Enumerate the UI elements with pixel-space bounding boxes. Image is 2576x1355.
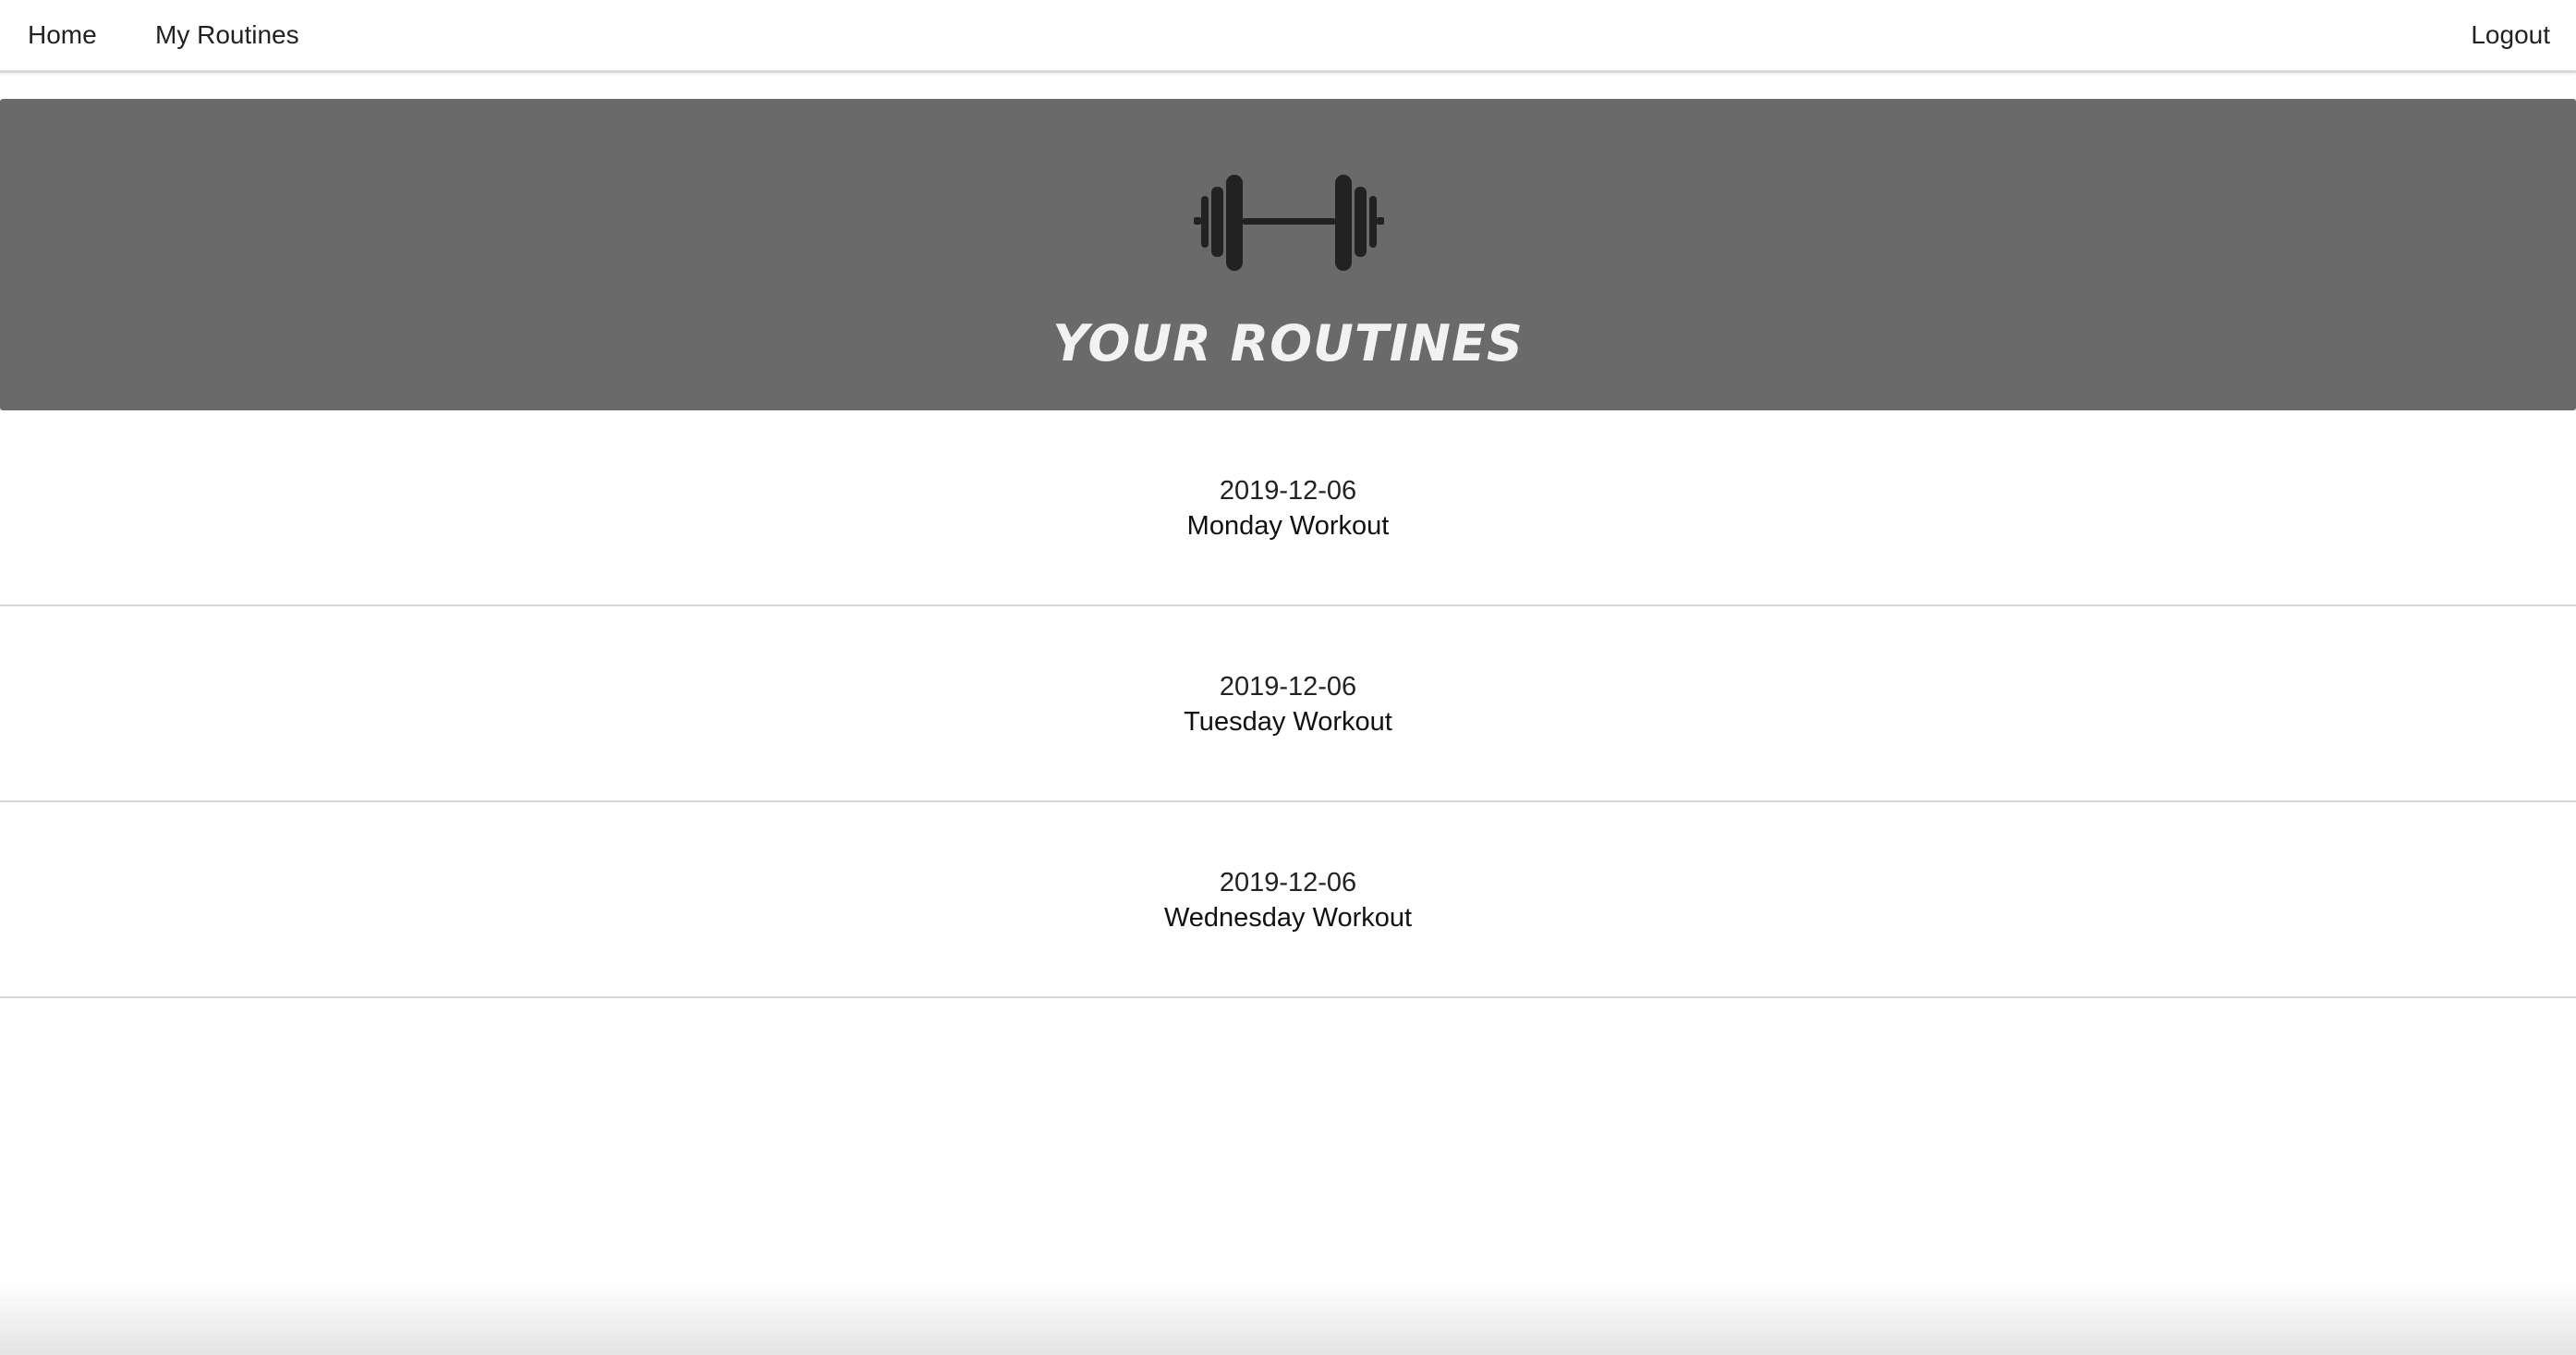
routine-list-item[interactable]: 2019-12-06 Monday Workout — [0, 410, 2576, 606]
dumbbell-icon — [1194, 175, 1384, 271]
routine-date: 2019-12-06 — [1219, 476, 1357, 506]
routine-name: Wednesday Workout — [1163, 903, 1413, 933]
top-navbar: Home My Routines Logout — [0, 0, 2576, 73]
routine-name: Tuesday Workout — [1184, 707, 1392, 737]
routine-list: 2019-12-06 Monday Workout 2019-12-06 Tue… — [0, 410, 2576, 998]
routine-date: 2019-12-06 — [1219, 868, 1357, 897]
routine-name: Monday Workout — [1186, 511, 1390, 541]
routine-list-item[interactable]: 2019-12-06 Wednesday Workout — [0, 802, 2576, 998]
routine-list-item[interactable]: 2019-12-06 Tuesday Workout — [0, 606, 2576, 802]
nav-logout-link[interactable]: Logout — [2471, 17, 2550, 54]
nav-my-routines-link[interactable]: My Routines — [155, 17, 299, 54]
page: Home My Routines Logout YOUR ROUTINES 20… — [0, 0, 2576, 1355]
routines-header-banner: YOUR ROUTINES — [0, 99, 2576, 410]
nav-home-link[interactable]: Home — [28, 17, 97, 54]
bottom-shadow — [0, 1281, 2576, 1355]
routine-date: 2019-12-06 — [1219, 672, 1357, 702]
page-title: YOUR ROUTINES — [1052, 314, 1524, 372]
